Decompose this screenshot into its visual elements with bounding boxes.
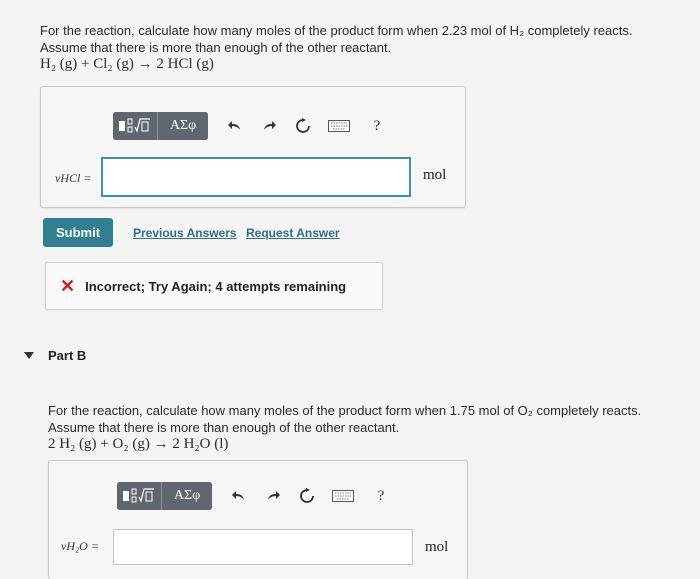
- part-b-toolbar: ΑΣφ ?: [117, 481, 394, 511]
- part-a-unit: mol: [423, 167, 447, 183]
- keyboard-icon[interactable]: [328, 483, 358, 509]
- part-a-question: For the reaction, calculate how many mol…: [40, 22, 690, 73]
- part-a-question-line1: For the reaction, calculate how many mol…: [40, 23, 633, 38]
- part-a-template-group: ΑΣφ: [113, 112, 208, 140]
- greek-symbols-button[interactable]: ΑΣφ: [162, 482, 212, 510]
- submit-button[interactable]: Submit: [43, 218, 113, 247]
- part-b-variable-label: νH₂O =: [61, 539, 99, 553]
- templates-button[interactable]: [117, 482, 161, 510]
- greek-symbols-button[interactable]: ΑΣφ: [158, 112, 208, 140]
- collapse-triangle-icon[interactable]: [24, 352, 34, 359]
- part-a-equation: H₂ (g) + Cl₂ (g) → 2 HCl (g): [40, 56, 214, 72]
- keyboard-icon[interactable]: [324, 113, 354, 139]
- reset-icon[interactable]: [290, 113, 316, 139]
- reset-icon[interactable]: [294, 483, 320, 509]
- part-a-variable-label: νHCl =: [55, 171, 92, 185]
- part-b-equation: 2 H₂ (g) + O₂ (g) → 2 H₂O (l): [48, 436, 229, 452]
- feedback-text: Incorrect; Try Again; 4 attempts remaini…: [85, 278, 347, 294]
- redo-icon[interactable]: [260, 483, 286, 509]
- part-b-question: For the reaction, calculate how many mol…: [48, 402, 688, 453]
- feedback-box: ✕ Incorrect; Try Again; 4 attempts remai…: [45, 262, 383, 310]
- help-icon[interactable]: ?: [368, 483, 394, 509]
- templates-button[interactable]: [113, 112, 157, 140]
- part-b-answer-box: ΑΣφ ? νH₂O = mol: [48, 460, 468, 579]
- undo-icon[interactable]: [226, 483, 252, 509]
- incorrect-x-icon: ✕: [60, 275, 76, 296]
- part-a-toolbar: ΑΣφ ?: [113, 111, 390, 141]
- part-a-answer-box: ΑΣφ ? νHCl = mol: [40, 86, 466, 208]
- help-icon[interactable]: ?: [364, 113, 390, 139]
- redo-icon[interactable]: [256, 113, 282, 139]
- part-b-question-line2: Assume that there is more than enough of…: [48, 420, 400, 435]
- part-b-unit: mol: [425, 539, 449, 555]
- part-a-answer-input[interactable]: [101, 157, 411, 197]
- part-b-question-line1: For the reaction, calculate how many mol…: [48, 403, 642, 418]
- part-b-answer-input[interactable]: [113, 529, 413, 565]
- part-a-question-line2: Assume that there is more than enough of…: [40, 40, 392, 55]
- part-b-template-group: ΑΣφ: [117, 482, 212, 510]
- fraction-sqrt-templates-icon: [123, 488, 154, 503]
- request-answer-link[interactable]: Request Answer: [246, 226, 340, 240]
- fraction-sqrt-templates-icon: [119, 118, 150, 133]
- undo-icon[interactable]: [222, 113, 248, 139]
- previous-answers-link[interactable]: Previous Answers: [133, 226, 237, 240]
- part-b-title[interactable]: Part B: [48, 348, 86, 363]
